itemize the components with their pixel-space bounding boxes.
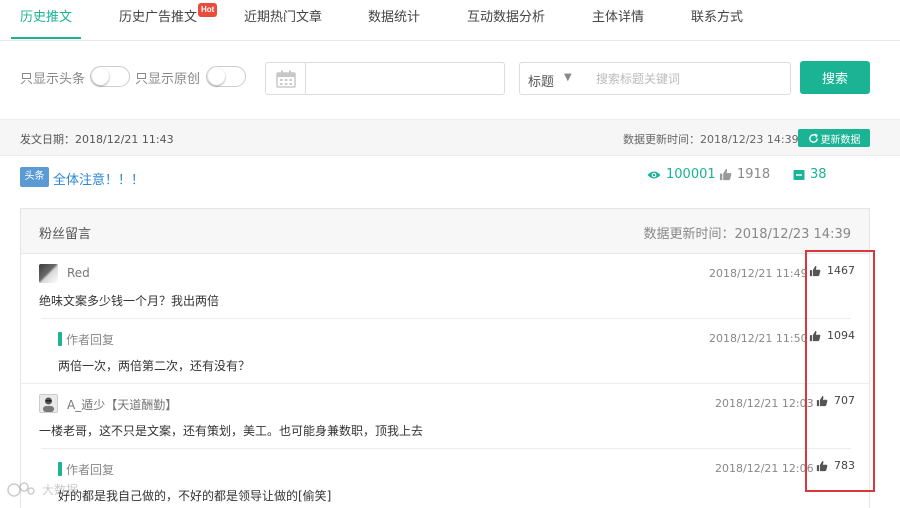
headline-only-label: 只显示头条 bbox=[20, 72, 86, 87]
reply-marker bbox=[58, 462, 62, 476]
search-input[interactable] bbox=[585, 62, 791, 95]
thumbs-up-icon bbox=[816, 460, 828, 471]
views-stat: 100001 bbox=[647, 167, 716, 182]
tab-bar: 历史推文 历史广告推文 Hot 近期热门文章 数据统计 互动数据分析 主体详情 … bbox=[0, 0, 900, 41]
comments-stat: 38 bbox=[793, 167, 827, 182]
comments-panel-header: 粉丝留言 数据更新时间：2018/12/23 14:39 bbox=[21, 209, 869, 254]
date-picker[interactable] bbox=[265, 62, 505, 95]
comments-panel: 粉丝留言 数据更新时间：2018/12/23 14:39 Red 2018/12… bbox=[20, 208, 870, 508]
comment-text: 一楼老哥，这不只是文案，还有策划，美工。也可能身兼数职，顶我上去 bbox=[39, 424, 424, 438]
likes-count: 1918 bbox=[737, 167, 771, 182]
comment-item: A_遁少【天道酬勤】 2018/12/21 12:03 707 一楼老哥，这不只… bbox=[21, 384, 869, 449]
search-field-select[interactable]: 标题 ▼ bbox=[519, 62, 586, 95]
reply-marker bbox=[58, 332, 62, 346]
eye-icon bbox=[647, 171, 661, 178]
comment-text: 好的都是我自己做的，不好的都是领导让做的[偷笑] bbox=[58, 489, 332, 503]
comments-count: 38 bbox=[810, 167, 827, 182]
tab-interaction-analysis[interactable]: 互动数据分析 bbox=[467, 0, 545, 40]
caret-down-icon: ▼ bbox=[564, 72, 572, 83]
original-only-label: 只显示原创 bbox=[135, 72, 201, 87]
filter-bar: 只显示头条 只显示原创 标题 ▼ 搜索 bbox=[0, 41, 900, 119]
thumbs-up-icon bbox=[816, 395, 828, 406]
avatar bbox=[39, 264, 58, 283]
article-row: 头条 全体注意！！！ 100001 1918 38 bbox=[0, 156, 900, 208]
calendar-icon bbox=[266, 63, 306, 94]
thumbs-up-icon bbox=[809, 265, 821, 276]
author-reply-item: 作者回复 2018/12/21 11:50 1094 两倍一次，两倍第二次，还有… bbox=[21, 319, 869, 384]
likes-stat: 1918 bbox=[719, 167, 770, 182]
comment-likes-count: 783 bbox=[834, 459, 855, 472]
comment-time: 2018/12/21 11:50 bbox=[709, 332, 808, 345]
article-meta-bar: 发文日期：2018/12/21 11:43 数据更新时间：2018/12/23 … bbox=[0, 119, 900, 156]
author-reply-label: 作者回复 bbox=[66, 333, 115, 347]
hot-badge: Hot bbox=[198, 3, 218, 17]
tab-contact[interactable]: 联系方式 bbox=[691, 0, 743, 40]
comment-likes-count: 1467 bbox=[827, 264, 855, 277]
comments-panel-title: 粉丝留言 bbox=[39, 227, 92, 242]
comment-likes-count: 707 bbox=[834, 394, 855, 407]
comment-likes[interactable]: 1094 bbox=[809, 329, 855, 342]
search-button[interactable]: 搜索 bbox=[800, 61, 870, 94]
views-count: 100001 bbox=[666, 167, 716, 182]
tab-subject-details[interactable]: 主体详情 bbox=[592, 0, 644, 40]
author-reply-item: 作者回复 2018/12/21 12:06 783 好的都是我自己做的，不好的都… bbox=[21, 449, 869, 508]
avatar bbox=[39, 394, 58, 413]
comment-icon bbox=[793, 169, 805, 180]
comment-likes[interactable]: 783 bbox=[816, 459, 855, 472]
thumbs-up-icon bbox=[809, 330, 821, 341]
comment-text: 绝味文案多少钱一个月？我出两倍 bbox=[39, 294, 220, 308]
data-update-time: 数据更新时间：2018/12/23 14:39 bbox=[623, 133, 799, 146]
author-reply-label: 作者回复 bbox=[66, 463, 115, 477]
tab-recent-hot[interactable]: 近期热门文章 bbox=[244, 0, 322, 40]
headline-tag: 头条 bbox=[20, 167, 49, 187]
comments-update-time: 数据更新时间：2018/12/23 14:39 bbox=[643, 227, 851, 242]
comment-likes-count: 1094 bbox=[827, 329, 855, 342]
watermark: 大数据 bbox=[6, 480, 78, 498]
comment-time: 2018/12/21 12:06 bbox=[715, 462, 814, 475]
comment-time: 2018/12/21 12:03 bbox=[715, 397, 814, 410]
thumbs-up-icon bbox=[719, 168, 732, 181]
comment-likes[interactable]: 707 bbox=[816, 394, 855, 407]
headline-only-toggle[interactable] bbox=[90, 66, 130, 87]
tab-statistics[interactable]: 数据统计 bbox=[368, 0, 420, 40]
comment-time: 2018/12/21 11:49 bbox=[709, 267, 808, 280]
select-value: 标题 bbox=[528, 75, 555, 90]
comment-item: Red 2018/12/21 11:49 1467 绝味文案多少钱一个月？我出两… bbox=[21, 254, 869, 319]
tab-history-posts[interactable]: 历史推文 bbox=[20, 0, 72, 40]
watermark-logo-icon bbox=[7, 482, 35, 497]
original-only-toggle[interactable] bbox=[206, 66, 246, 87]
active-tab-indicator bbox=[11, 37, 81, 39]
tab-history-ads[interactable]: 历史广告推文 bbox=[119, 0, 197, 40]
comment-text: 两倍一次，两倍第二次，还有没有？ bbox=[58, 359, 251, 373]
comment-likes[interactable]: 1467 bbox=[809, 264, 855, 277]
commenter-name: Red bbox=[67, 266, 90, 280]
refresh-label: 更新数据 bbox=[820, 134, 861, 146]
refresh-icon bbox=[808, 133, 818, 143]
refresh-data-button[interactable]: 更新数据 bbox=[798, 129, 870, 147]
publish-date: 发文日期：2018/12/21 11:43 bbox=[20, 133, 174, 146]
commenter-name: A_遁少【天道酬勤】 bbox=[67, 398, 178, 412]
watermark-text: 大数据 bbox=[42, 482, 79, 497]
article-title-link[interactable]: 全体注意！！！ bbox=[53, 169, 144, 188]
